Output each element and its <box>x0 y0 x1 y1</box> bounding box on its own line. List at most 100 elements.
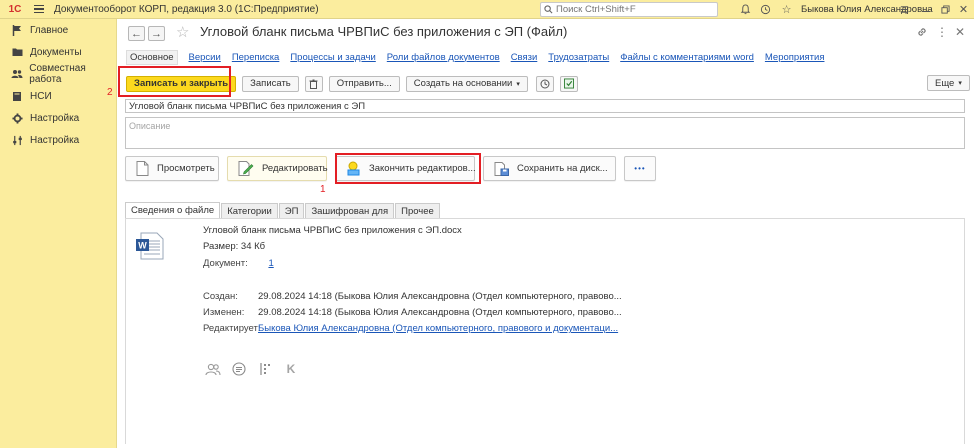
document-name-field[interactable]: Угловой бланк письма ЧРВПиС без приложен… <box>125 99 965 113</box>
close-icon[interactable]: ✕ <box>956 2 971 17</box>
sidebar-item-documents[interactable]: Документы <box>0 41 116 63</box>
tab-correspondence[interactable]: Переписка <box>232 52 280 63</box>
sidebar-item-label: Настройка <box>30 134 80 146</box>
clock-icon <box>540 79 550 88</box>
search-box[interactable] <box>540 2 718 17</box>
history-icon[interactable] <box>758 2 773 17</box>
tab-processes[interactable]: Процессы и задачи <box>290 52 375 63</box>
sidebar-item-label: НСИ <box>30 90 52 102</box>
restore-icon[interactable] <box>938 2 953 17</box>
book-icon <box>10 89 24 103</box>
save-to-disk-label: Сохранить на диск... <box>517 163 608 174</box>
sidebar-item-label: Совместная работа <box>29 63 86 85</box>
tab-links[interactable]: Связи <box>511 52 538 63</box>
back-button[interactable]: ← <box>128 26 145 41</box>
tab-file-info[interactable]: Сведения о файле <box>125 202 221 218</box>
sort-list-icon[interactable] <box>257 361 273 377</box>
more-button[interactable]: Еще ▾ <box>927 75 970 91</box>
sidebar-item-label: Документы <box>30 46 82 58</box>
tab-labor[interactable]: Трудозатраты <box>548 52 609 63</box>
minimize-icon[interactable] <box>918 2 933 17</box>
save-to-disk-button[interactable]: Сохранить на диск... <box>483 156 616 181</box>
page-title: Угловой бланк письма ЧРВПиС без приложен… <box>200 24 568 39</box>
report-icon <box>563 78 574 89</box>
file-tabs: Сведения о файле Категории ЭП Зашифрован… <box>125 202 441 218</box>
arrow-right-icon: → <box>151 27 162 40</box>
menu-icon[interactable] <box>30 0 48 19</box>
delete-button[interactable] <box>304 75 323 92</box>
users-access-icon[interactable] <box>205 361 221 377</box>
sidebar-item-label: Главное <box>30 24 69 36</box>
file-name: Угловой бланк письма ЧРВПиС без приложен… <box>203 225 462 236</box>
file-tools: K <box>205 361 299 377</box>
link-icon[interactable] <box>915 25 929 39</box>
flag-icon <box>10 23 24 37</box>
tab-main[interactable]: Основное <box>126 49 178 65</box>
bell-icon[interactable] <box>738 2 753 17</box>
report-button[interactable] <box>559 75 578 92</box>
description-field[interactable]: Описание <box>125 117 965 149</box>
favorite-star-icon[interactable]: ☆ <box>176 23 189 41</box>
file-info-panel: W Угловой бланк письма ЧРВПиС без прилож… <box>125 218 965 444</box>
users-icon <box>10 67 23 81</box>
search-input[interactable] <box>556 4 706 15</box>
settings-menu-icon[interactable] <box>897 2 912 17</box>
tab-file-roles[interactable]: Роли файлов документов <box>387 52 500 63</box>
tab-categories[interactable]: Категории <box>221 203 278 218</box>
document-link[interactable]: 1 <box>268 258 273 269</box>
trash-icon <box>309 79 318 89</box>
sidebar-item-label: Настройка <box>30 112 80 124</box>
tab-other[interactable]: Прочее <box>395 203 440 218</box>
modified-value: 29.08.2024 14:18 (Быкова Юлия Александро… <box>258 307 622 318</box>
clock-button[interactable] <box>535 75 554 92</box>
editing-user-link[interactable]: Быкова Юлия Александровна (Отдел компьют… <box>258 323 618 334</box>
tab-events[interactable]: Мероприятия <box>765 52 825 63</box>
created-value: 29.08.2024 14:18 (Быкова Юлия Александро… <box>258 291 622 302</box>
form-tabs: Основное Версии Переписка Процессы и зад… <box>126 49 835 65</box>
app-title: Документооборот КОРП, редакция 3.0 (1С:П… <box>54 3 319 15</box>
sidebar-item-settings[interactable]: Настройка <box>0 107 116 129</box>
search-icon <box>544 5 553 14</box>
tab-versions[interactable]: Версии <box>189 52 221 63</box>
highlight-frame-save <box>118 66 231 97</box>
annotation-marker-1: 1 <box>320 184 326 195</box>
star-icon[interactable]: ☆ <box>779 2 794 17</box>
tab-word-comments[interactable]: Файлы с комментариями word <box>620 52 754 63</box>
sidebar-item-main[interactable]: Главное <box>0 19 116 41</box>
save-button[interactable]: Записать <box>242 75 299 92</box>
app-logo: 1С <box>8 3 22 15</box>
created-label: Создан: <box>203 291 238 302</box>
create-based-on-button[interactable]: Создать на основании ▾ <box>405 75 528 92</box>
sidebar-item-nsi[interactable]: НСИ <box>0 85 116 107</box>
top-bar: 1С Документооборот КОРП, редакция 3.0 (1… <box>0 0 974 19</box>
chevron-down-icon: ▾ <box>516 80 520 88</box>
modified-label: Изменен: <box>203 307 245 318</box>
edit-label: Редактировать <box>262 163 328 174</box>
view-button[interactable]: Просмотреть <box>125 156 219 181</box>
document-form: ← → ☆ Угловой бланк письма ЧРВПиС без пр… <box>107 19 974 448</box>
sidebar: Главное Документы Совместная работа НСИ … <box>0 19 117 448</box>
folder-icon <box>10 45 24 59</box>
tab-encrypted-for[interactable]: Зашифрован для <box>305 203 395 218</box>
forward-button[interactable]: → <box>148 26 165 41</box>
user-name[interactable]: Быкова Юлия Александровна <box>801 4 933 15</box>
svg-text:W: W <box>138 241 147 251</box>
gear-icon <box>10 111 24 125</box>
save-disk-icon <box>494 161 509 177</box>
tab-signatures[interactable]: ЭП <box>278 203 305 218</box>
more-actions-button[interactable]: ••• <box>624 156 656 181</box>
highlight-frame-finish-edit <box>335 153 481 184</box>
close-form-icon[interactable]: ✕ <box>953 25 967 39</box>
sidebar-item-settings-2[interactable]: Настройка <box>0 129 116 151</box>
edit-document-icon <box>238 161 254 177</box>
view-label: Просмотреть <box>157 163 215 174</box>
more-vertical-icon[interactable]: ⋮ <box>935 25 949 39</box>
sliders-icon <box>10 133 24 147</box>
comment-icon[interactable] <box>231 361 247 377</box>
sidebar-item-collaboration[interactable]: Совместная работа <box>0 63 116 85</box>
chevron-down-icon: ▾ <box>958 80 962 87</box>
k-letter-icon[interactable]: K <box>283 361 299 377</box>
send-button[interactable]: Отправить... <box>328 75 400 92</box>
document-icon <box>136 161 149 177</box>
edit-button[interactable]: Редактировать <box>227 156 328 181</box>
